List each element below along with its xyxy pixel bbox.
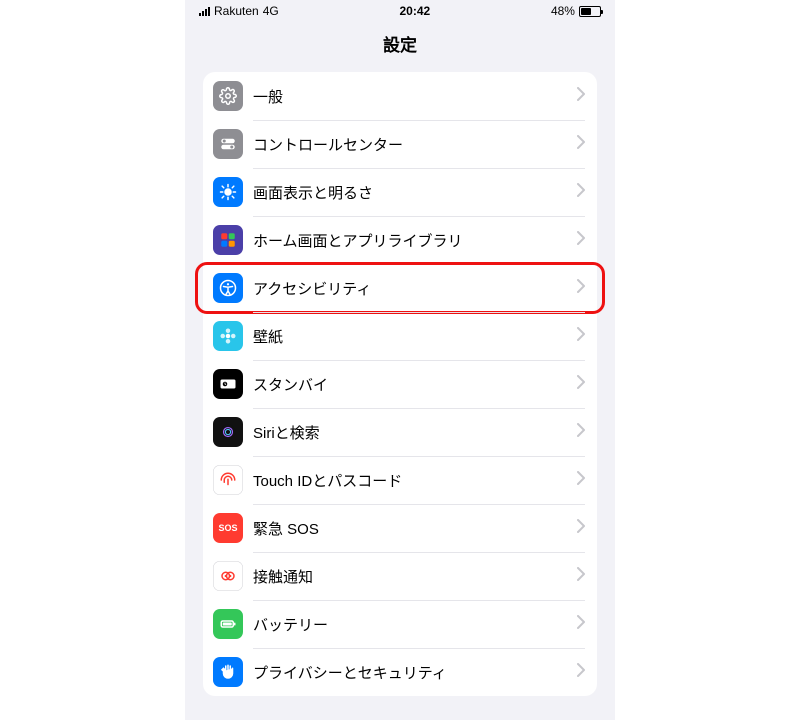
sos-icon: SOS bbox=[213, 513, 243, 543]
row-label: Touch IDとパスコード bbox=[253, 470, 577, 491]
row-label: 一般 bbox=[253, 86, 577, 107]
row-inner: 接触通知 bbox=[253, 552, 585, 600]
row-inner: 緊急 SOS bbox=[253, 504, 585, 552]
settings-row-touchid[interactable]: Touch IDとパスコード bbox=[203, 456, 597, 504]
gear-icon bbox=[213, 81, 243, 111]
switches-icon bbox=[213, 129, 243, 159]
settings-row-wallpaper[interactable]: 壁紙 bbox=[203, 312, 597, 360]
row-inner: ホーム画面とアプリライブラリ bbox=[253, 216, 585, 264]
hand-icon bbox=[213, 657, 243, 687]
page-title-text: 設定 bbox=[383, 31, 417, 56]
grid-icon bbox=[213, 225, 243, 255]
row-label: 接触通知 bbox=[253, 566, 577, 587]
chevron-right-icon bbox=[577, 231, 585, 250]
battery-icon bbox=[213, 609, 243, 639]
settings-row-emergency-sos[interactable]: SOS 緊急 SOS bbox=[203, 504, 597, 552]
chevron-right-icon bbox=[577, 327, 585, 346]
row-inner: Touch IDとパスコード bbox=[253, 456, 585, 504]
row-label: 画面表示と明るさ bbox=[253, 182, 577, 203]
phone-frame: Rakuten 4G 20:42 48% 設定 一般コントロールセンター画面表示… bbox=[185, 0, 615, 720]
settings-row-standby[interactable]: スタンバイ bbox=[203, 360, 597, 408]
chevron-right-icon bbox=[577, 279, 585, 298]
row-inner: バッテリー bbox=[253, 600, 585, 648]
carrier-label: Rakuten bbox=[214, 4, 259, 18]
settings-row-display[interactable]: 画面表示と明るさ bbox=[203, 168, 597, 216]
siri-icon bbox=[213, 417, 243, 447]
row-label: 壁紙 bbox=[253, 326, 577, 347]
row-inner: プライバシーとセキュリティ bbox=[253, 648, 585, 696]
row-inner: Siriと検索 bbox=[253, 408, 585, 456]
battery-icon bbox=[579, 6, 601, 17]
row-label: スタンバイ bbox=[253, 374, 577, 395]
chevron-right-icon bbox=[577, 519, 585, 538]
row-inner: 画面表示と明るさ bbox=[253, 168, 585, 216]
battery-pct-label: 48% bbox=[551, 4, 575, 18]
chevron-right-icon bbox=[577, 87, 585, 106]
row-label: Siriと検索 bbox=[253, 422, 577, 443]
chevron-right-icon bbox=[577, 375, 585, 394]
settings-row-exposure[interactable]: 接触通知 bbox=[203, 552, 597, 600]
settings-row-privacy[interactable]: プライバシーとセキュリティ bbox=[203, 648, 597, 696]
exposure-icon bbox=[213, 561, 243, 591]
settings-row-home-screen[interactable]: ホーム画面とアプリライブラリ bbox=[203, 216, 597, 264]
settings-row-siri[interactable]: Siriと検索 bbox=[203, 408, 597, 456]
row-label: バッテリー bbox=[253, 614, 577, 635]
row-inner: アクセシビリティ bbox=[253, 264, 585, 312]
sun-icon bbox=[213, 177, 243, 207]
row-label: 緊急 SOS bbox=[253, 518, 577, 539]
row-label: コントロールセンター bbox=[253, 134, 577, 155]
chevron-right-icon bbox=[577, 471, 585, 490]
accessibility-icon bbox=[213, 273, 243, 303]
row-label: アクセシビリティ bbox=[253, 278, 577, 299]
chevron-right-icon bbox=[577, 663, 585, 682]
row-inner: 一般 bbox=[253, 72, 585, 120]
chevron-right-icon bbox=[577, 615, 585, 634]
row-label: プライバシーとセキュリティ bbox=[253, 662, 577, 683]
settings-row-accessibility[interactable]: アクセシビリティ bbox=[203, 264, 597, 312]
fingerprint-icon bbox=[213, 465, 243, 495]
settings-row-battery[interactable]: バッテリー bbox=[203, 600, 597, 648]
clock-dark-icon bbox=[213, 369, 243, 399]
chevron-right-icon bbox=[577, 423, 585, 442]
settings-row-control-center[interactable]: コントロールセンター bbox=[203, 120, 597, 168]
settings-list: 一般コントロールセンター画面表示と明るさホーム画面とアプリライブラリアクセシビリ… bbox=[203, 72, 597, 696]
status-right: 48% bbox=[551, 4, 601, 18]
row-label: ホーム画面とアプリライブラリ bbox=[253, 230, 577, 251]
row-inner: スタンバイ bbox=[253, 360, 585, 408]
status-bar: Rakuten 4G 20:42 48% bbox=[185, 0, 615, 22]
chevron-right-icon bbox=[577, 183, 585, 202]
status-time: 20:42 bbox=[399, 4, 430, 18]
chevron-right-icon bbox=[577, 135, 585, 154]
flower-icon bbox=[213, 321, 243, 351]
page-title: 設定 bbox=[185, 22, 615, 64]
network-label: 4G bbox=[263, 4, 279, 18]
settings-row-general[interactable]: 一般 bbox=[203, 72, 597, 120]
row-inner: コントロールセンター bbox=[253, 120, 585, 168]
signal-icon bbox=[199, 7, 210, 16]
status-left: Rakuten 4G bbox=[199, 4, 279, 18]
chevron-right-icon bbox=[577, 567, 585, 586]
row-inner: 壁紙 bbox=[253, 312, 585, 360]
